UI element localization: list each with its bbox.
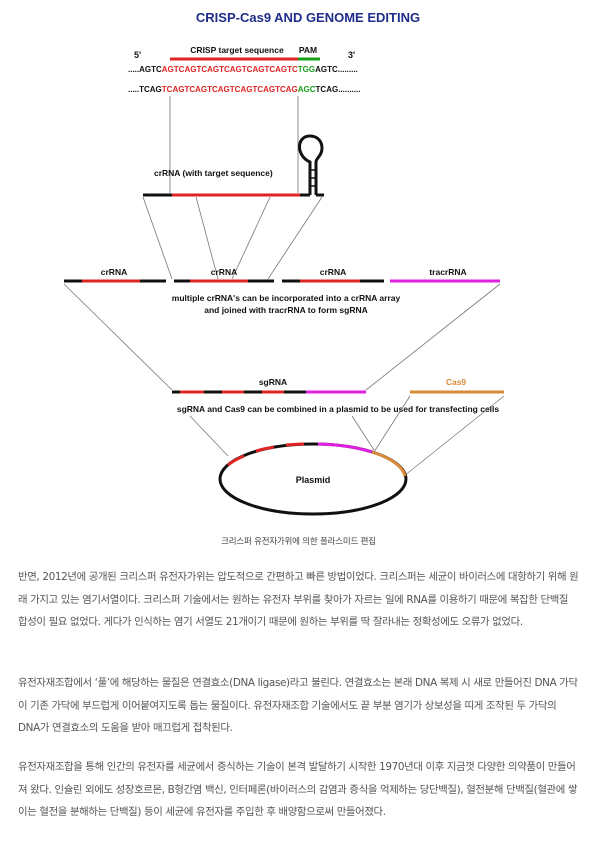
three-prime-label: 3' (348, 50, 355, 60)
bottom-strand: .....TCAGTCAGTCAGTCAGTCAGTCAGTCAGAGCTCAG… (128, 85, 360, 94)
projection-line (267, 196, 323, 280)
array-label-crrna-2: crRNA (211, 267, 237, 277)
array-label-crrna-1: crRNA (101, 267, 127, 277)
projection-line (63, 283, 173, 391)
combine-caption: sgRNA and Cas9 can be combined in a plas… (177, 404, 500, 414)
array-caption-line-1: multiple crRNA's can be incorporated int… (172, 293, 401, 303)
article-page: CRISP-Cas9 AND GENOME EDITING 5' CRISP t… (0, 0, 597, 842)
cas9-label: Cas9 (446, 377, 467, 387)
five-prime-label: 5' (134, 50, 141, 60)
top-strand: .....AGTCAGTCAGTCAGTCAGTCAGTCAGTCTGGAGTC… (128, 65, 358, 74)
plasmid-label: Plasmid (296, 475, 331, 485)
projection-line (351, 415, 375, 451)
figure-title: CRISP-Cas9 AND GENOME EDITING (196, 10, 420, 25)
projection-line (231, 196, 271, 280)
figure-caption: 크리스퍼 유전자가위에 의한 플라스미드 편집 (221, 537, 376, 547)
crrna-label: crRNA (with target sequence) (154, 168, 273, 178)
paragraph-3: 유전자재조합을 통해 인간의 유전자를 세균에서 증식하는 기술이 본격 발달하… (18, 761, 578, 818)
target-sequence-label: CRISP target sequence (190, 45, 284, 55)
paragraph-1: 반면, 2012년에 공개된 크리스퍼 유전자가위는 압도적으로 간편하고 빠른… (18, 571, 579, 628)
crispr-diagram: CRISP-Cas9 AND GENOME EDITING 5' CRISP t… (63, 10, 505, 516)
paragraph-2: 유전자재조합에서 ‘풀’에 해당하는 물질은 연결효소(DNA ligase)라… (18, 677, 578, 734)
projection-line (142, 196, 173, 280)
array-caption-line-2: and joined with tracrRNA to form sgRNA (204, 305, 368, 315)
array-label-crrna-3: crRNA (320, 267, 346, 277)
sgrna-label: sgRNA (259, 377, 287, 387)
pam-label: PAM (299, 45, 317, 55)
projection-line (189, 415, 229, 457)
array-label-tracrrna: tracrRNA (429, 267, 466, 277)
